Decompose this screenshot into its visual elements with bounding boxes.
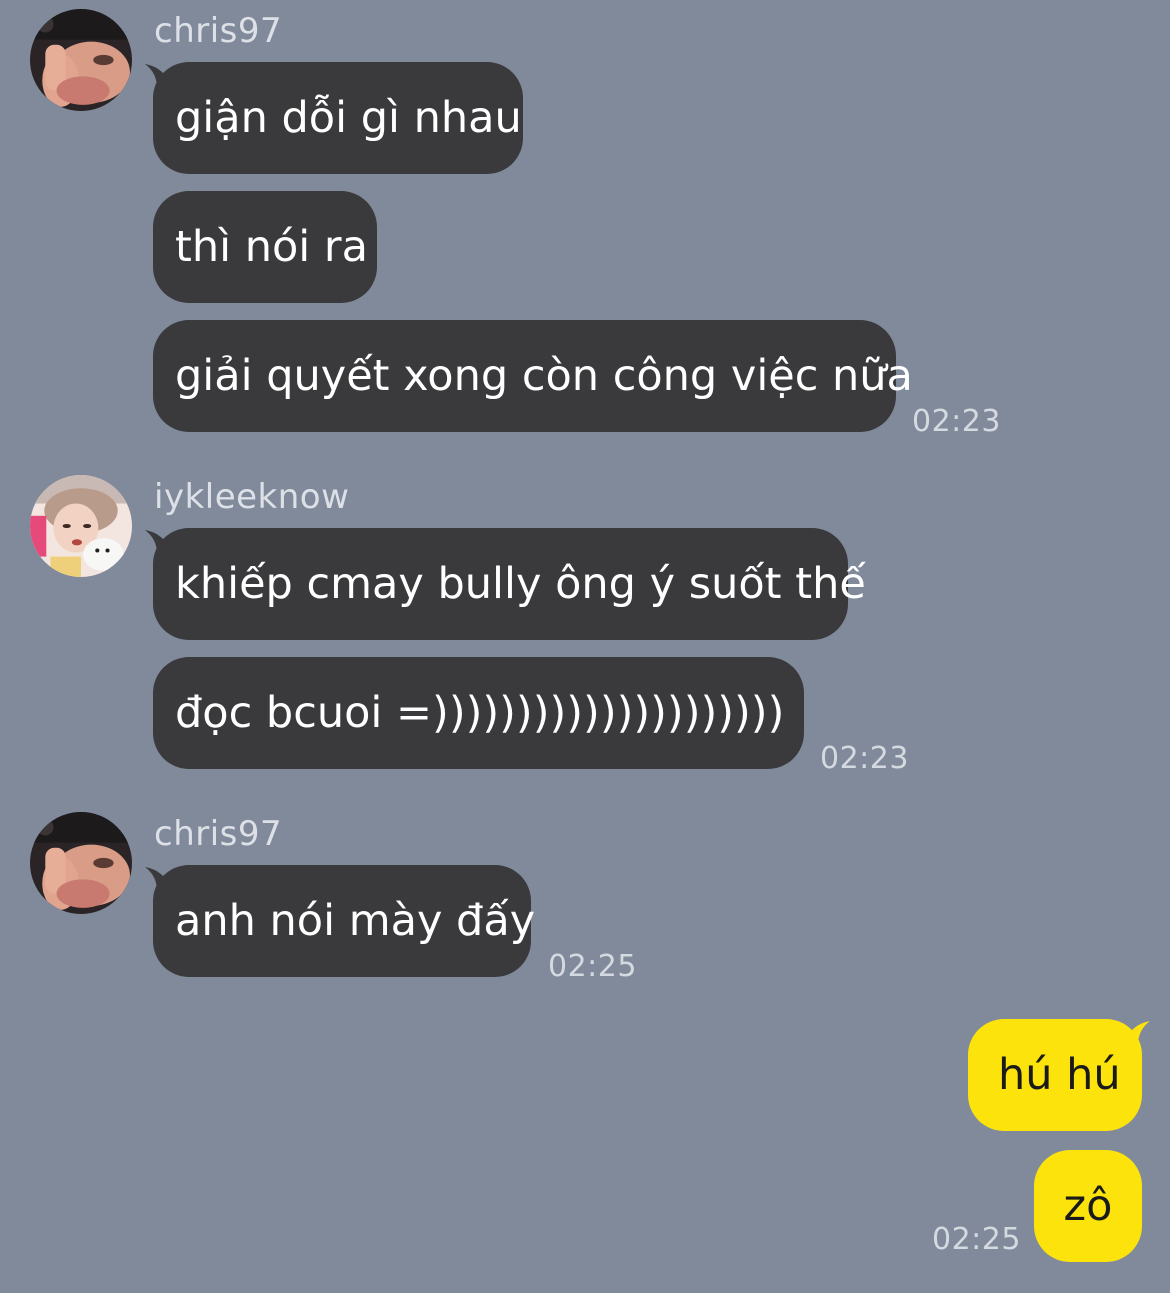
message-timestamp: 02:25 xyxy=(548,949,637,984)
message-text: giải quyết xong còn công việc nữa xyxy=(175,351,913,401)
message-bubble-outgoing[interactable]: zô xyxy=(1034,1150,1142,1262)
message-bubble[interactable]: thì nói ra xyxy=(153,191,377,303)
avatar-iykleeknow[interactable] xyxy=(30,475,132,577)
message-bubble-outgoing[interactable]: hú hú xyxy=(968,1019,1142,1131)
message-bubble[interactable]: giải quyết xong còn công việc nữa xyxy=(153,320,913,432)
message-text: đọc bcuoi =))))))))))))))))))))) xyxy=(175,688,785,738)
chat-screen: { "messages": { "group1": { "sender": "c… xyxy=(0,0,1170,1293)
avatar-photo-with-cat-icon xyxy=(30,475,132,577)
avatar-photo-icon xyxy=(30,9,132,111)
message-bubble[interactable]: khiếp cmay bully ông ý suốt thế xyxy=(153,528,866,640)
message-bubble[interactable]: đọc bcuoi =))))))))))))))))))))) xyxy=(153,657,804,769)
message-timestamp: 02:23 xyxy=(820,741,909,776)
avatar-chris97[interactable] xyxy=(30,812,132,914)
message-bubble[interactable]: giận dỗi gì nhau xyxy=(153,62,523,174)
message-timestamp: 02:25 xyxy=(932,1222,1021,1257)
message-bubble[interactable]: anh nói mày đấy xyxy=(153,865,535,977)
message-text: thì nói ra xyxy=(175,222,368,272)
message-text: giận dỗi gì nhau xyxy=(175,93,522,143)
avatar-photo-icon xyxy=(30,812,132,914)
avatar-chris97[interactable] xyxy=(30,9,132,111)
sender-name: chris97 xyxy=(154,814,283,854)
message-timestamp: 02:23 xyxy=(912,404,1001,439)
sender-name: chris97 xyxy=(154,11,283,51)
message-text: hú hú xyxy=(998,1050,1121,1100)
message-text: zô xyxy=(1063,1181,1113,1231)
message-text: khiếp cmay bully ông ý suốt thế xyxy=(175,559,866,609)
message-text: anh nói mày đấy xyxy=(175,896,536,946)
sender-name: iykleeknow xyxy=(154,477,350,517)
